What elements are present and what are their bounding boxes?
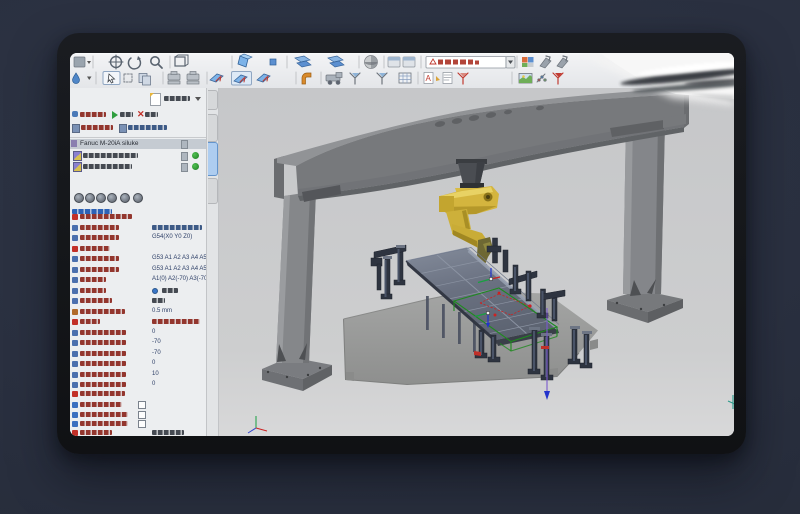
svg-text:A: A xyxy=(426,74,432,83)
